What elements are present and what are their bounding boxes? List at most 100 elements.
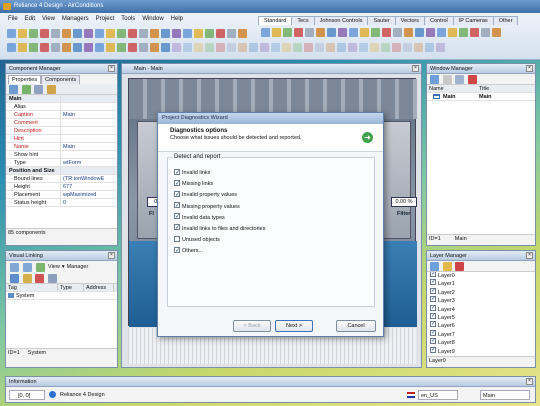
diagnostic-option[interactable]: Invalid property values: [174, 190, 265, 201]
toolbar-button-icon[interactable]: [7, 43, 16, 52]
property-row[interactable]: Hint: [6, 135, 117, 143]
toolbar-button-icon[interactable]: [194, 29, 203, 38]
add-tag-icon[interactable]: [10, 274, 19, 283]
menu-item[interactable]: Edit: [25, 16, 35, 26]
toolbar-button-icon[interactable]: [371, 28, 380, 37]
property-value[interactable]: 677: [61, 183, 111, 190]
layer-visible-checkbox[interactable]: [430, 304, 436, 312]
layer-row[interactable]: Layer5: [427, 312, 535, 322]
toolbar-button-icon[interactable]: [106, 43, 115, 52]
menu-item[interactable]: Window: [142, 16, 163, 26]
toolbar-button-icon[interactable]: [481, 28, 490, 37]
property-value[interactable]: Main: [61, 111, 111, 118]
property-value[interactable]: [61, 167, 111, 174]
property-value[interactable]: [61, 119, 111, 126]
toolbar-button-icon[interactable]: [403, 43, 412, 52]
toolbar-button-icon[interactable]: [18, 43, 27, 52]
toolbar-button-icon[interactable]: [370, 43, 379, 52]
menu-item[interactable]: View: [42, 16, 55, 26]
locale-dropdown[interactable]: en_US: [418, 390, 458, 400]
toolbar-button-icon[interactable]: [161, 43, 170, 52]
toolbar-button-icon[interactable]: [95, 43, 104, 52]
diagnostic-option[interactable]: Others...: [174, 246, 265, 257]
toolbar-button-icon[interactable]: [139, 43, 148, 52]
layer-visible-checkbox[interactable]: [430, 287, 436, 295]
refresh-icon[interactable]: [36, 262, 45, 272]
close-icon[interactable]: ×: [108, 252, 115, 259]
toolbar-button-icon[interactable]: [150, 29, 159, 38]
layer-visible-checkbox[interactable]: [430, 337, 436, 345]
toolbar-button-icon[interactable]: [260, 43, 269, 52]
option-checkbox[interactable]: [174, 168, 180, 179]
toolbar-button-icon[interactable]: [271, 43, 280, 52]
column-header[interactable]: Address: [84, 284, 114, 291]
property-value[interactable]: [61, 135, 111, 142]
manager-dropdown[interactable]: Manager: [67, 261, 89, 273]
toolbar-button-icon[interactable]: [51, 43, 60, 52]
toolbar-button-icon[interactable]: [360, 28, 369, 37]
palette-tab[interactable]: IP Cameras: [452, 16, 494, 25]
property-group[interactable]: Main: [6, 95, 117, 103]
toolbar-button-icon[interactable]: [459, 28, 468, 37]
property-row[interactable]: Height 677: [6, 183, 117, 191]
toolbar-button-icon[interactable]: [293, 43, 302, 52]
property-value[interactable]: [61, 151, 111, 158]
toolbar-button-icon[interactable]: [338, 28, 347, 37]
property-row[interactable]: Bound lines (TR:ionWindowE: [6, 175, 117, 183]
toolbar-button-icon[interactable]: [238, 43, 247, 52]
forward-icon[interactable]: [23, 262, 32, 272]
toolbar-button-icon[interactable]: [393, 28, 402, 37]
toolbar-button-icon[interactable]: [18, 29, 27, 38]
toolbar-button-icon[interactable]: [337, 43, 346, 52]
toolbar-button-icon[interactable]: [84, 29, 93, 38]
option-checkbox[interactable]: [174, 235, 180, 242]
filter-icon[interactable]: [21, 85, 31, 94]
option-checkbox[interactable]: [174, 246, 180, 257]
next-button[interactable]: Next >: [275, 320, 313, 332]
menu-item[interactable]: Managers: [62, 16, 89, 26]
menu-item[interactable]: Tools: [121, 16, 135, 26]
property-value[interactable]: [61, 95, 111, 102]
toolbar-button-icon[interactable]: [194, 43, 203, 52]
toolbar-button-icon[interactable]: [117, 43, 126, 52]
new-window-icon[interactable]: [430, 75, 439, 84]
window-dropdown[interactable]: Main: [480, 390, 530, 400]
tab-components[interactable]: Components: [41, 75, 81, 84]
toolbar-button-icon[interactable]: [172, 29, 181, 38]
toolbar-button-icon[interactable]: [139, 29, 148, 38]
toolbar-button-icon[interactable]: [40, 29, 49, 38]
column-header[interactable]: Title: [477, 85, 527, 92]
tab-properties[interactable]: Properties: [8, 75, 42, 84]
palette-tab[interactable]: Vectors: [394, 16, 426, 25]
toolbar-button-icon[interactable]: [128, 43, 137, 52]
toolbar-button-icon[interactable]: [216, 29, 225, 38]
column-header[interactable]: Name: [427, 85, 477, 92]
toolbar-button-icon[interactable]: [216, 43, 225, 52]
toolbar-button-icon[interactable]: [414, 43, 423, 52]
properties-icon[interactable]: [442, 75, 452, 84]
toolbar-button-icon[interactable]: [227, 29, 236, 38]
layer-visible-checkbox[interactable]: [430, 312, 436, 320]
view-dropdown[interactable]: View: [48, 261, 60, 273]
diagnostic-option[interactable]: Unused objects: [174, 235, 265, 246]
back-icon[interactable]: [10, 262, 19, 272]
palette-tab[interactable]: Control: [424, 16, 454, 25]
toolbar-button-icon[interactable]: [29, 29, 38, 38]
toolbar-button-icon[interactable]: [448, 28, 457, 37]
property-row[interactable]: Name Main: [6, 143, 117, 151]
toolbar-button-icon[interactable]: [294, 28, 303, 37]
property-value[interactable]: (TR:ionWindowE: [61, 175, 111, 182]
menu-item[interactable]: Help: [171, 16, 183, 26]
toolbar-button-icon[interactable]: [305, 28, 314, 37]
menu-item[interactable]: Project: [96, 16, 115, 26]
layer-props-icon[interactable]: [442, 262, 452, 271]
toolbar-button-icon[interactable]: [315, 43, 324, 52]
toolbar-button-icon[interactable]: [150, 43, 159, 52]
column-header[interactable]: Tag: [6, 284, 58, 291]
toolbar-button-icon[interactable]: [470, 28, 479, 37]
layer-row[interactable]: Layer8: [427, 337, 535, 347]
toolbar-button-icon[interactable]: [326, 43, 335, 52]
toolbar-button-icon[interactable]: [437, 28, 446, 37]
toolbar-button-icon[interactable]: [7, 29, 16, 38]
toolbar-button-icon[interactable]: [348, 43, 357, 52]
